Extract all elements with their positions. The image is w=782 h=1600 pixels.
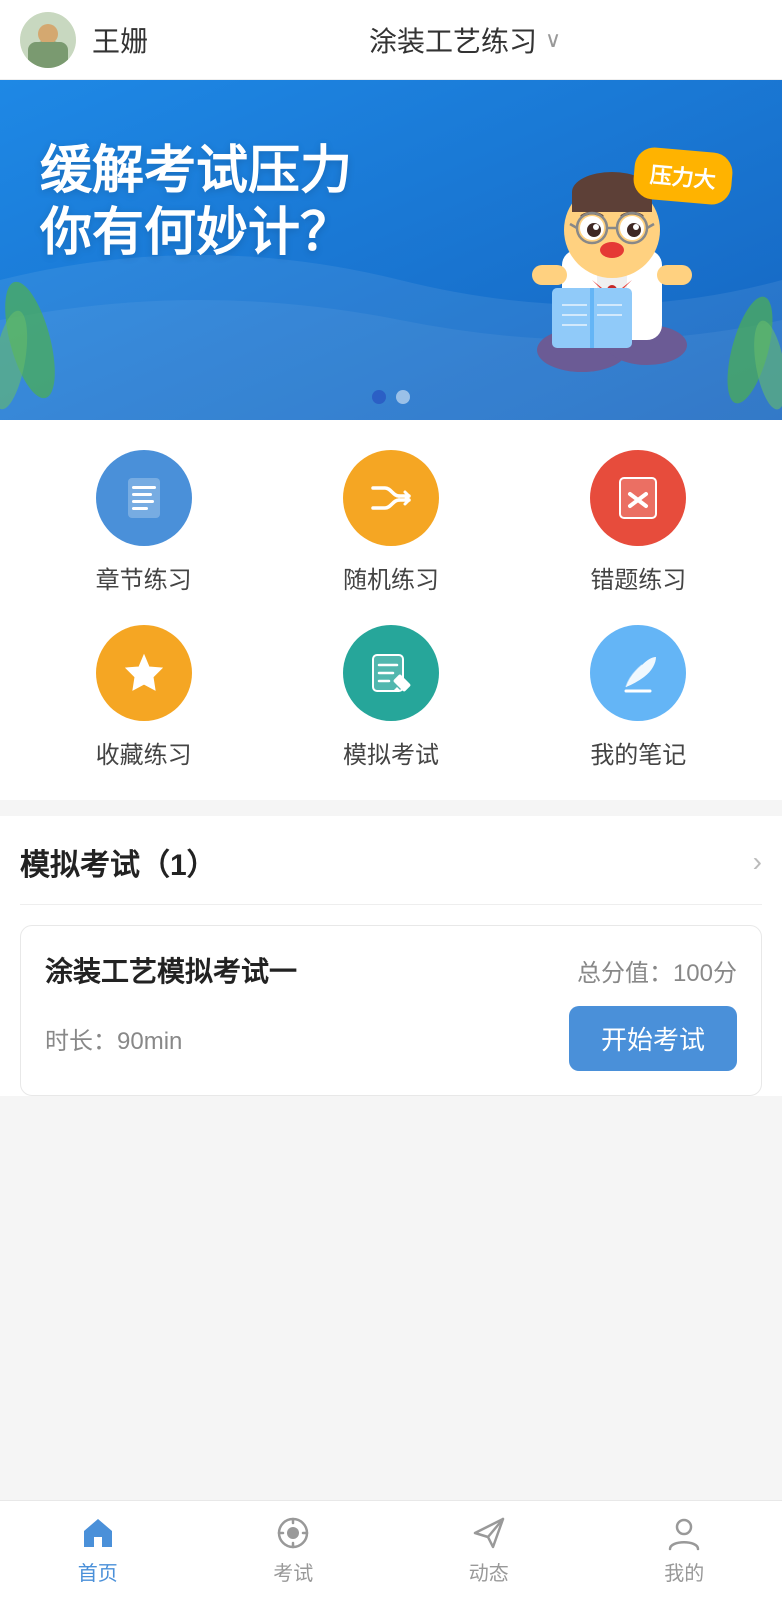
- home-icon: [80, 1515, 116, 1551]
- nav-item-feed[interactable]: 动态: [391, 1515, 587, 1586]
- banner-line1: 缓解考试压力: [40, 140, 352, 202]
- nav-item-home[interactable]: 首页: [0, 1515, 196, 1586]
- random-practice-icon-circle: [343, 450, 439, 546]
- banner-text: 缓解考试压力 你有何妙计？: [40, 140, 352, 265]
- exam-card-score: 总分值：100分: [577, 953, 737, 988]
- profile-icon: [666, 1515, 702, 1551]
- nav-item-profile[interactable]: 我的: [587, 1515, 782, 1586]
- banner: 缓解考试压力 你有何妙计？: [0, 80, 782, 420]
- my-notes-label: 我的笔记: [590, 735, 686, 770]
- bottom-nav: 首页 考试 动态: [0, 1500, 782, 1600]
- header-title-area: 涂装工艺练习 ∨: [168, 20, 762, 60]
- my-notes-item[interactable]: 我的笔记: [515, 625, 762, 770]
- section-divider: [0, 800, 782, 816]
- chapter-practice-label: 章节练习: [96, 560, 192, 595]
- dot-1[interactable]: [372, 390, 386, 404]
- mock-exam-label: 模拟考试: [343, 735, 439, 770]
- my-notes-icon-circle: [590, 625, 686, 721]
- exam-card-duration: 时长：90min: [45, 1021, 182, 1056]
- exam-section: 模拟考试（1） › 涂装工艺模拟考试一 总分值：100分 时长：90min 开始…: [0, 816, 782, 1096]
- favorite-practice-label: 收藏练习: [96, 735, 192, 770]
- nav-label-home: 首页: [78, 1557, 118, 1586]
- nav-label-profile: 我的: [664, 1557, 704, 1586]
- chapter-practice-icon-circle: [96, 450, 192, 546]
- nav-item-exam[interactable]: 考试: [196, 1515, 392, 1586]
- random-practice-label: 随机练习: [343, 560, 439, 595]
- exam-nav-icon: [275, 1515, 311, 1551]
- dot-2[interactable]: [396, 390, 410, 404]
- random-practice-item[interactable]: 随机练习: [267, 450, 514, 595]
- header: 王姗 涂装工艺练习 ∨: [0, 0, 782, 80]
- exam-card-name: 涂装工艺模拟考试一: [45, 950, 297, 990]
- favorite-practice-item[interactable]: 收藏练习: [20, 625, 267, 770]
- banner-line2: 你有何妙计？: [40, 202, 352, 264]
- wrong-practice-icon-circle: [590, 450, 686, 546]
- banner-character: 压力大: [482, 120, 742, 400]
- exam-card-top: 涂装工艺模拟考试一 总分值：100分: [45, 950, 737, 990]
- wrong-book-icon: [612, 472, 664, 524]
- mock-exam-icon-circle: [343, 625, 439, 721]
- exam-card: 涂装工艺模拟考试一 总分值：100分 时长：90min 开始考试: [20, 925, 762, 1096]
- wrong-practice-label: 错题练习: [590, 560, 686, 595]
- favorite-practice-icon-circle: [96, 625, 192, 721]
- note-icon: [612, 647, 664, 699]
- start-exam-button[interactable]: 开始考试: [569, 1006, 737, 1071]
- chevron-right-icon[interactable]: ›: [753, 846, 762, 878]
- nav-label-feed: 动态: [469, 1557, 509, 1586]
- document-icon: [118, 472, 170, 524]
- bottom-spacer: [0, 1116, 782, 1236]
- star-icon: [118, 647, 170, 699]
- feed-icon: [471, 1515, 507, 1551]
- course-title: 涂装工艺练习: [369, 20, 537, 60]
- exam-edit-icon: [365, 647, 417, 699]
- chevron-down-icon[interactable]: ∨: [545, 27, 561, 53]
- pressure-badge: 压力大: [632, 146, 734, 206]
- exam-section-header[interactable]: 模拟考试（1） ›: [20, 816, 762, 905]
- icon-grid: 章节练习 随机练习 错题练习: [0, 420, 782, 800]
- wrong-practice-item[interactable]: 错题练习: [515, 450, 762, 595]
- exam-section-title: 模拟考试（1）: [20, 840, 217, 884]
- chapter-practice-item[interactable]: 章节练习: [20, 450, 267, 595]
- nav-label-exam: 考试: [273, 1557, 313, 1586]
- shuffle-icon: [365, 472, 417, 524]
- username-label: 王姗: [92, 20, 148, 60]
- exam-card-bottom: 时长：90min 开始考试: [45, 1006, 737, 1071]
- banner-dots: [372, 390, 410, 404]
- avatar[interactable]: [20, 12, 76, 68]
- mock-exam-item[interactable]: 模拟考试: [267, 625, 514, 770]
